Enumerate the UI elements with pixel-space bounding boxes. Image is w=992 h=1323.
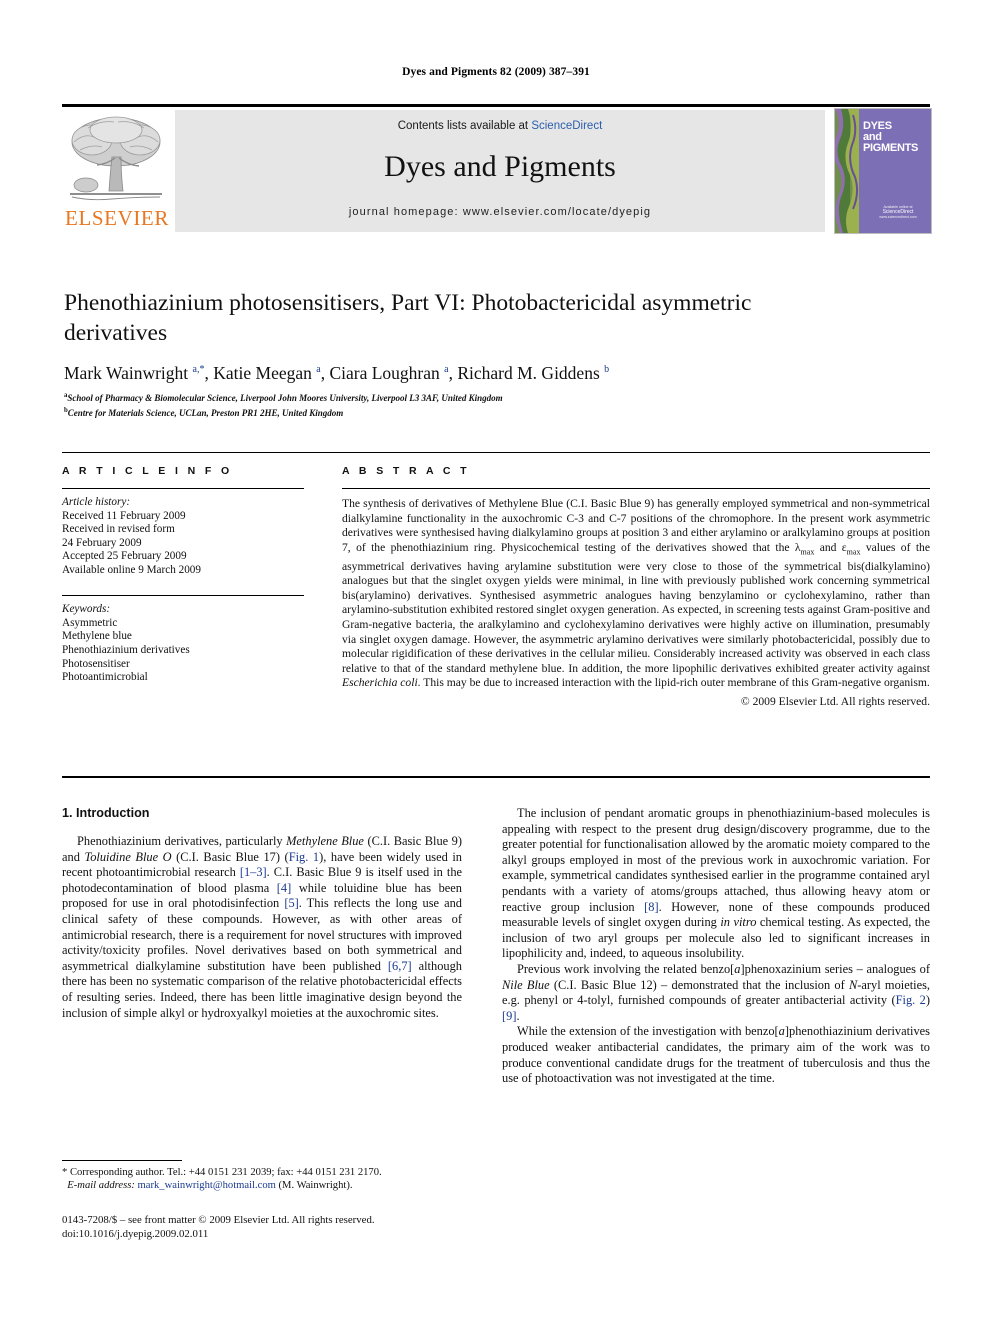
elsevier-logo: ELSEVIER [62, 110, 172, 232]
cover-foot-url: www.sciencedirect.com [879, 215, 917, 219]
article-history: Article history: Received 11 February 20… [62, 496, 304, 578]
contents-available-line: Contents lists available at ScienceDirec… [175, 120, 825, 132]
keyword-item: Photosensitiser [62, 657, 130, 670]
footnote-rule [62, 1160, 182, 1161]
intro-paragraph: While the extension of the investigation… [502, 1024, 931, 1086]
history-item: Available online 9 March 2009 [62, 563, 201, 576]
journal-cover-thumbnail: DYES and PIGMENTS Available online at Sc… [834, 108, 932, 234]
sciencedirect-link[interactable]: ScienceDirect [531, 120, 602, 132]
intro-paragraph: The inclusion of pendant aromatic groups… [502, 806, 930, 961]
corresponding-author-line: * Corresponding author. Tel.: +44 0151 2… [62, 1167, 382, 1178]
elsevier-wordmark: ELSEVIER [65, 206, 169, 230]
keyword-item: Phenothiazinium derivatives [62, 643, 190, 656]
journal-homepage-link[interactable]: journal homepage: www.elsevier.com/locat… [175, 206, 825, 218]
email-owner: (M. Wainwright). [278, 1180, 353, 1192]
page-title: Phenothiazinium photosensitisers, Part V… [64, 290, 752, 346]
affiliation-b: bCentre for Materials Science, UCLan, Pr… [64, 405, 884, 420]
affiliation-a-text: School of Pharmacy & Biomolecular Scienc… [67, 393, 503, 403]
article-history-label: Article history: [62, 496, 131, 508]
elsevier-tree-icon [66, 112, 166, 204]
article-info-heading: A R T I C L E I N F O [62, 465, 233, 477]
email-link[interactable]: mark_wainwright@hotmail.com [138, 1180, 276, 1191]
abstract-text: The synthesis of derivatives of Methylen… [342, 497, 930, 690]
history-item: Received 11 February 2009 [62, 509, 186, 522]
contents-prefix: Contents lists available at [397, 120, 532, 132]
cover-footer: Available online at ScienceDirect www.sc… [869, 205, 927, 220]
journal-banner: Contents lists available at ScienceDirec… [175, 110, 825, 232]
keyword-item: Methylene blue [62, 630, 132, 643]
journal-masthead: ELSEVIER Contents lists available at Sci… [62, 104, 932, 234]
body-column-right: The inclusion of pendant aromatic groups… [502, 806, 930, 1087]
keyword-item: Asymmetric [62, 616, 118, 629]
body-column-left: 1. Introduction Phenothiazinium derivati… [62, 806, 462, 1021]
affiliation-list: aSchool of Pharmacy & Biomolecular Scien… [64, 390, 884, 419]
running-head: Dyes and Pigments 82 (2009) 387–391 [402, 66, 590, 78]
keywords-block: Keywords: Asymmetric Methylene blue Phen… [62, 603, 304, 685]
history-item: Received in revised form [62, 523, 175, 536]
intro-paragraph: Phenothiazinium derivatives, particularl… [62, 834, 463, 1020]
abstract-rule [342, 488, 930, 489]
doi-line: doi:10.1016/j.dyepig.2009.02.011 [62, 1227, 209, 1240]
keyword-item: Photoantimicrobial [62, 671, 148, 684]
keywords-rule [62, 594, 304, 597]
info-zone-bottom-rule [62, 776, 930, 778]
intro-paragraph: Previous work involving the related benz… [502, 961, 931, 1023]
issn-front-matter: 0143-7208/$ – see front matter © 2009 El… [62, 1214, 375, 1226]
author-list: Mark Wainwright a,*, Katie Meegan a, Cia… [64, 363, 610, 383]
article-info-rule [62, 488, 304, 489]
abstract-copyright: © 2009 Elsevier Ltd. All rights reserved… [740, 695, 930, 709]
article-info-column: A R T I C L E I N F O Article history: R… [62, 465, 304, 685]
email-label: E-mail address: [67, 1180, 135, 1192]
imprint-block: 0143-7208/$ – see front matter © 2009 El… [62, 1214, 482, 1241]
cover-title-line3: PIGMENTS [863, 142, 919, 154]
journal-title: Dyes and Pigments [384, 150, 616, 183]
history-item: Accepted 25 February 2009 [62, 550, 187, 563]
introduction-heading: 1. Introduction [62, 806, 150, 820]
affiliation-a: aSchool of Pharmacy & Biomolecular Scien… [64, 390, 884, 405]
info-zone-top-rule [62, 452, 930, 453]
corresponding-author-footnote: * Corresponding author. Tel.: +44 0151 2… [62, 1166, 462, 1193]
masthead-top-rule [62, 104, 930, 107]
article-page: Dyes and Pigments 82 (2009) 387–391 ELSE… [0, 0, 992, 1323]
email-line: E-mail address: mark_wainwright@hotmail.… [62, 1179, 462, 1192]
keywords-label: Keywords: [62, 603, 111, 616]
cover-art-strip [835, 109, 859, 233]
cover-journal-title: DYES and PIGMENTS [863, 121, 929, 154]
abstract-heading: A B S T R A C T [342, 465, 470, 477]
history-item: 24 February 2009 [62, 536, 142, 549]
abstract-column: A B S T R A C T The synthesis of derivat… [342, 465, 930, 708]
affiliation-b-text: Centre for Materials Science, UCLan, Pre… [67, 407, 344, 418]
